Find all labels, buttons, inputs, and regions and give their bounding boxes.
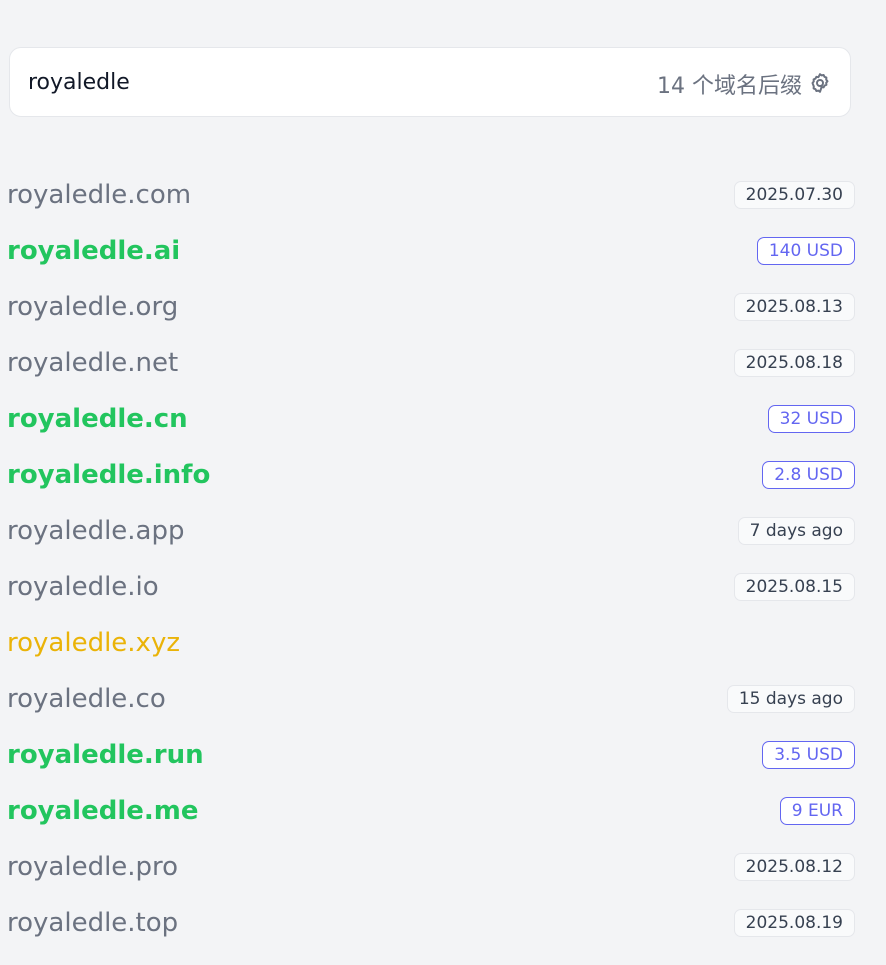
- domain-name-link[interactable]: royaledle.top: [7, 905, 178, 941]
- expiry-date-badge: 2025.08.19: [733, 909, 855, 937]
- domain-name-link[interactable]: royaledle.run: [7, 737, 204, 773]
- domain-name-link[interactable]: royaledle.pro: [7, 849, 178, 885]
- expiry-date-badge: 2025.08.15: [733, 573, 855, 601]
- expiry-date-badge: 2025.08.12: [733, 853, 855, 881]
- price-badge[interactable]: 2.8 USD: [762, 461, 855, 489]
- domain-row: royaledle.app 7 days ago: [0, 503, 886, 559]
- expiry-date-badge: 7 days ago: [737, 517, 855, 545]
- domain-name-link[interactable]: royaledle.com: [7, 177, 191, 213]
- domain-row: royaledle.org 2025.08.13: [0, 279, 886, 335]
- domain-name-link[interactable]: royaledle.co: [7, 681, 166, 717]
- domain-row: royaledle.ai 140 USD: [0, 223, 886, 279]
- domain-search-page: 14 个域名后缀 royaledle.com2025.07.30royaledl…: [0, 0, 886, 965]
- domain-name-link[interactable]: royaledle.net: [7, 345, 178, 381]
- expiry-date-badge: 2025.08.18: [733, 349, 855, 377]
- domain-name-link[interactable]: royaledle.cn: [7, 401, 188, 437]
- domain-row: royaledle.pro 2025.08.12: [0, 839, 886, 895]
- domain-row: royaledle.info 2.8 USD: [0, 447, 886, 503]
- domain-row: royaledle.net 2025.08.18: [0, 335, 886, 391]
- domain-row: royaledle.co 15 days ago: [0, 671, 886, 727]
- domain-row: royaledle.xyz: [0, 615, 886, 671]
- gear-icon[interactable]: [808, 71, 832, 95]
- expiry-date-badge: 2025.08.13: [733, 293, 855, 321]
- search-bar: 14 个域名后缀: [9, 47, 851, 117]
- domain-name-link[interactable]: royaledle.me: [7, 793, 198, 829]
- domain-row: royaledle.top 2025.08.19: [0, 895, 886, 951]
- domain-row: royaledle.cn 32 USD: [0, 391, 886, 447]
- price-badge[interactable]: 140 USD: [756, 237, 855, 265]
- price-badge[interactable]: 9 EUR: [779, 797, 855, 825]
- domain-row: royaledle.run 3.5 USD: [0, 727, 886, 783]
- domain-name-link[interactable]: royaledle.org: [7, 289, 178, 325]
- domain-row: royaledle.me 9 EUR: [0, 783, 886, 839]
- expiry-date-badge: 2025.07.30: [733, 181, 855, 209]
- domain-row: royaledle.com 2025.07.30: [0, 167, 886, 223]
- domain-row: royaledle.io 2025.08.15: [0, 559, 886, 615]
- domain-name-link[interactable]: royaledle.xyz: [7, 625, 180, 661]
- domain-name-link[interactable]: royaledle.info: [7, 457, 210, 493]
- price-badge[interactable]: 32 USD: [767, 405, 855, 433]
- price-badge[interactable]: 3.5 USD: [762, 741, 855, 769]
- domain-name-link[interactable]: royaledle.io: [7, 569, 159, 605]
- expiry-date-badge: 15 days ago: [726, 685, 855, 713]
- domain-name-link[interactable]: royaledle.ai: [7, 233, 180, 269]
- domain-search-input[interactable]: [28, 67, 548, 97]
- suffix-count-label[interactable]: 14 个域名后缀: [657, 68, 802, 100]
- domain-name-link[interactable]: royaledle.app: [7, 513, 185, 549]
- domain-list: royaledle.com 2025.07.30 royaledle.ai 140 U…: [0, 167, 886, 951]
